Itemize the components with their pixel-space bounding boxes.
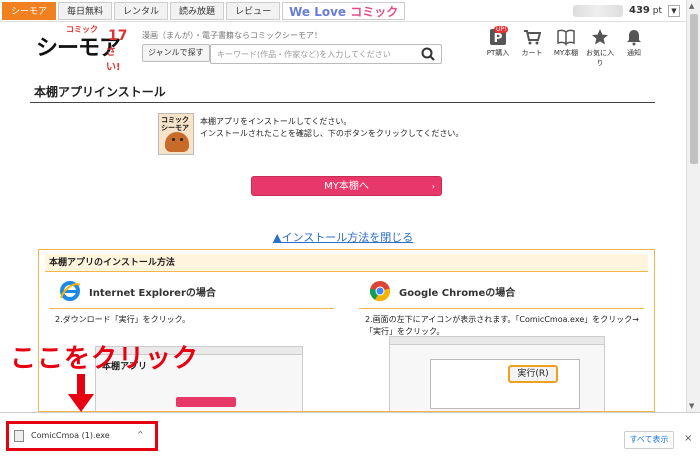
chrome-screenshot: 実行(R) — [389, 336, 605, 411]
chrome-divider — [359, 308, 644, 309]
logo-small-text: コミック — [66, 25, 98, 34]
banner-comic: コミック — [350, 4, 399, 19]
tab-review[interactable]: レビュー — [226, 1, 281, 20]
search-placeholder: キーワード(作品・作家など)を入力してください — [217, 50, 391, 59]
ie-description: 2.ダウンロード「実行」をクリック。 — [55, 315, 190, 324]
cart-button[interactable]: カート — [518, 28, 546, 68]
site-header: コミック シーモア 17 さい! 漫画（まんが）・電子書籍ならコミックシーモア！… — [0, 22, 686, 73]
bookshelf-app-icon: コミック シーモア — [158, 113, 194, 155]
tab-unlimited[interactable]: 読み放題 — [170, 1, 225, 20]
search-input[interactable]: キーワード(作品・作家など)を入力してください — [210, 44, 442, 64]
chevron-right-icon: › — [431, 182, 435, 191]
header-icons: UP! P PT購入 カート MY本棚 お気に入り 通知 — [484, 26, 648, 68]
instruction-line-2: インストールされたことを確認し、下のボタンをクリックしてください。 — [200, 129, 464, 138]
we-love-comic-banner[interactable]: We Love コミック — [282, 1, 406, 20]
screenshot-run-button: 実行(R) — [508, 365, 558, 383]
genre-search-button[interactable]: ジャンルで探す — [142, 44, 210, 62]
banner-we-love: We Love — [289, 4, 347, 19]
my-bookshelf-button[interactable]: MY本棚 — [552, 28, 580, 68]
svg-text:P: P — [494, 31, 503, 45]
pt-purchase-button[interactable]: UP! P PT購入 — [484, 26, 512, 68]
tab-rental[interactable]: レンタル — [114, 1, 169, 20]
vertical-scrollbar[interactable]: ▲ ▼ — [686, 0, 700, 412]
download-filename: ComicCmoa (1).exe — [31, 431, 110, 440]
cmoa-logo[interactable]: コミック シーモア 17 さい! — [36, 25, 127, 73]
install-instructions: 本棚アプリをインストールしてください。 インストールされたことを確認し、下のボタ… — [200, 116, 463, 140]
book-icon — [557, 29, 575, 46]
arrow-down-icon — [68, 374, 94, 412]
mascot-eye-left — [172, 138, 175, 141]
app-icon-text: コミック シーモア — [161, 116, 189, 132]
tagline: 漫画（まんが）・電子書籍ならコミックシーモア！ — [142, 31, 322, 40]
close-icon[interactable]: × — [684, 433, 692, 444]
logo-anniversary-number: 17 — [108, 28, 128, 44]
user-area: 439 pt ▼ — [573, 4, 680, 17]
up-badge: UP! — [494, 26, 509, 33]
ie-title: Internet Explorerの場合 — [89, 288, 216, 299]
tab-cmoa[interactable]: シーモア — [2, 1, 57, 20]
instruction-line-1: 本棚アプリをインストールしてください。 — [200, 117, 352, 126]
star-icon — [592, 29, 608, 45]
google-chrome-icon — [369, 281, 391, 302]
mascot-eye-right — [180, 138, 183, 141]
bell-icon — [627, 30, 641, 46]
scrollbar-thumb[interactable] — [690, 14, 698, 164]
user-menu-dropdown[interactable]: ▼ — [668, 4, 680, 17]
close-install-guide-link[interactable]: ▲インストール方法を閉じる — [273, 229, 413, 245]
my-bookshelf-label: MY本棚 — [553, 49, 579, 57]
notifications-label: 通知 — [627, 49, 641, 57]
chrome-description: 2.画面の左下にアイコンが表示されます。「ComicCmoa.exe」をクリック… — [365, 315, 639, 336]
my-bookshelf-link-button[interactable]: MY本棚へ › — [251, 176, 442, 196]
notifications-button[interactable]: 通知 — [620, 28, 648, 68]
install-guide-heading: 本棚アプリのインストール方法 — [45, 254, 648, 272]
file-icon — [14, 430, 24, 442]
install-guide-panel: 本棚アプリのインストール方法 Internet Explorerの場合 2.ダウ… — [38, 249, 655, 412]
chrome-title: Google Chromeの場合 — [399, 288, 516, 299]
download-bar: ComicCmoa (1).exe ^ すべて表示 × — [0, 412, 700, 456]
scroll-down-icon[interactable]: ▼ — [689, 402, 694, 410]
title-divider — [30, 102, 655, 103]
search-icon[interactable] — [421, 47, 435, 61]
top-nav: シーモア 毎日無料 レンタル 読み放題 レビュー We Love コミック 43… — [0, 0, 686, 22]
username-blurred — [573, 4, 623, 17]
favorites-button[interactable]: お気に入り — [586, 28, 614, 68]
scroll-up-icon[interactable]: ▲ — [689, 2, 694, 10]
logo-anniversary-suffix: さい! — [106, 47, 121, 73]
chevron-up-icon[interactable]: ^ — [137, 430, 144, 439]
app-icon-mascot — [165, 132, 189, 152]
ie-divider — [49, 308, 334, 309]
page-title: 本棚アプリインストール — [34, 85, 166, 99]
screenshot-toolbar — [390, 337, 604, 345]
screenshot-button — [176, 397, 236, 407]
internet-explorer-icon — [60, 281, 81, 301]
my-bookshelf-button-label: MY本棚へ — [324, 181, 369, 192]
download-item[interactable]: ComicCmoa (1).exe ^ — [6, 421, 158, 451]
show-all-downloads-button[interactable]: すべて表示 — [624, 431, 674, 449]
pt-purchase-label: PT購入 — [486, 49, 510, 57]
tab-daily-free[interactable]: 毎日無料 — [58, 1, 113, 20]
browser-page: シーモア 毎日無料 レンタル 読み放題 レビュー We Love コミック 43… — [0, 0, 700, 456]
chrome-instructions: Google Chromeの場合 2.画面の左下にアイコンが表示されます。「Co… — [359, 276, 649, 411]
points-display: 439 pt — [629, 5, 662, 16]
cart-label: カート — [521, 49, 543, 57]
click-here-annotation: ここをクリック — [10, 344, 200, 374]
favorites-label: お気に入り — [586, 49, 614, 67]
cart-icon — [524, 30, 541, 45]
